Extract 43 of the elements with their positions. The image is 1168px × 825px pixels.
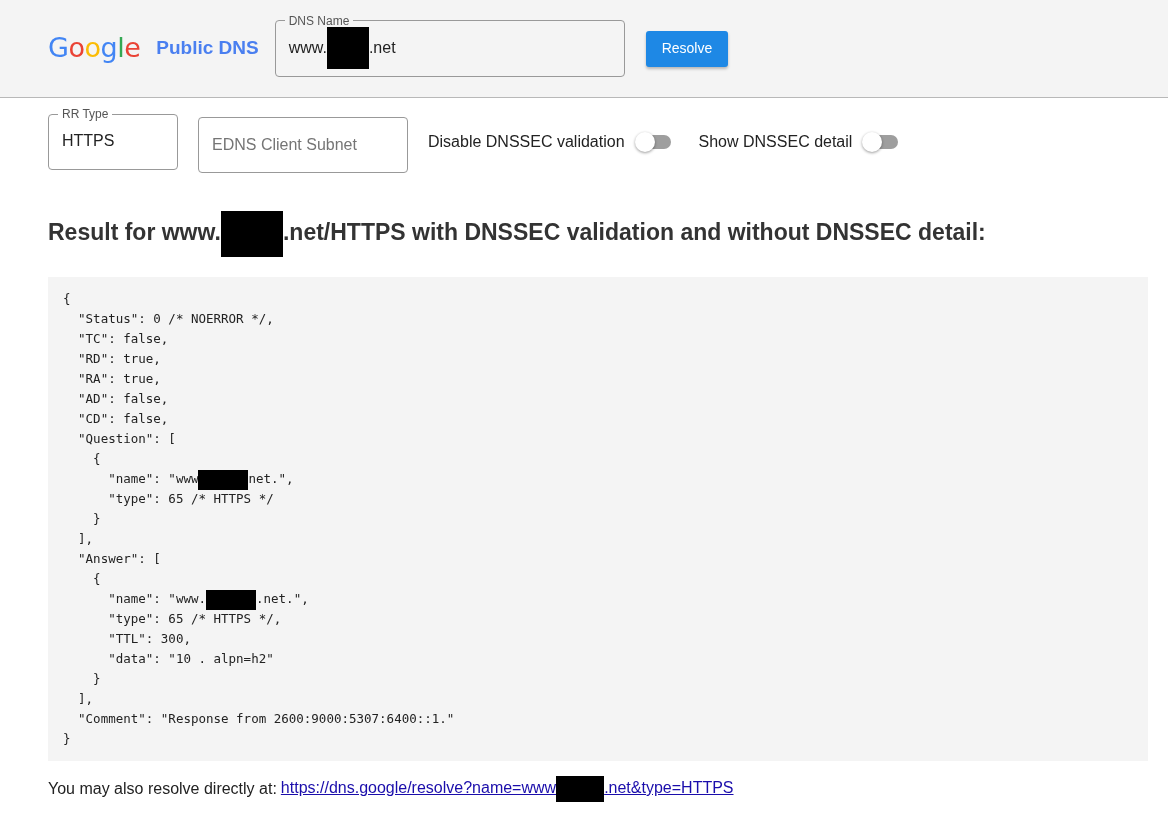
code-line: "name": "www net.", <box>63 469 1133 489</box>
logo: Google <box>48 31 141 66</box>
toggle-switch[interactable] <box>634 132 671 152</box>
resolve-button[interactable]: Resolve <box>645 30 729 67</box>
code-line: "type": 65 /* HTTPS */ <box>107 490 275 508</box>
code-line: "CD": false, <box>77 410 170 428</box>
code-line: "RA": true, <box>77 370 162 388</box>
toggle-label: Show DNSSEC detail <box>698 132 853 152</box>
code-line: { <box>63 290 72 308</box>
rr-type-field[interactable]: RR Type HTTPS <box>48 108 178 170</box>
product-name: Public DNS <box>156 36 259 61</box>
code-line: } <box>63 730 72 748</box>
code-line: "AD": false, <box>77 390 170 408</box>
code-line: } <box>92 670 102 688</box>
field-label: RR Type <box>61 108 110 120</box>
code-line: "Question": [ <box>77 430 177 448</box>
toggle-label: Disable DNSSEC validation <box>428 132 625 152</box>
code-line: ], <box>77 690 95 708</box>
code-line: "Comment": "Response from 2600:9000:5307:6400::1." <box>77 710 456 728</box>
result-heading: Result for www. .net/HTTPS with DNSSEC validation and without DNSSEC detail: <box>48 211 1168 257</box>
code-line: "Status": 0 /* NOERROR */, <box>77 310 275 328</box>
code-line: ], <box>77 530 95 548</box>
toggle-switch[interactable] <box>862 132 899 152</box>
redaction-mark <box>556 776 605 802</box>
redaction-mark <box>206 589 256 610</box>
redaction-mark <box>220 211 283 257</box>
code-line: "data": "10 . alpn=h2" <box>107 650 275 668</box>
code-line: "TTL": 300, <box>107 630 192 648</box>
redaction-mark <box>326 26 369 69</box>
code-line: "RD": true, <box>77 350 162 368</box>
dns-name-field[interactable]: DNS Name www. .net <box>274 14 625 77</box>
code-line: "name": "www. .net.", <box>63 589 1133 609</box>
code-line: "TC": false, <box>77 330 170 348</box>
code-line: } <box>92 510 102 528</box>
code-line: { <box>92 570 102 588</box>
redaction-mark <box>198 469 249 490</box>
subnet-field[interactable]: EDNS Client Subnet <box>198 117 408 173</box>
resolve-link[interactable]: https://dns.google/resolve?name=www .net&type=HTTPS <box>280 776 734 802</box>
footer-text: You may also resolve directly at: <box>48 779 277 799</box>
field-label: DNS Name <box>287 14 351 27</box>
code-line: { <box>92 450 102 468</box>
code-line: "type": 65 /* HTTPS */, <box>107 610 283 628</box>
code-line: "Answer": [ <box>77 550 162 568</box>
